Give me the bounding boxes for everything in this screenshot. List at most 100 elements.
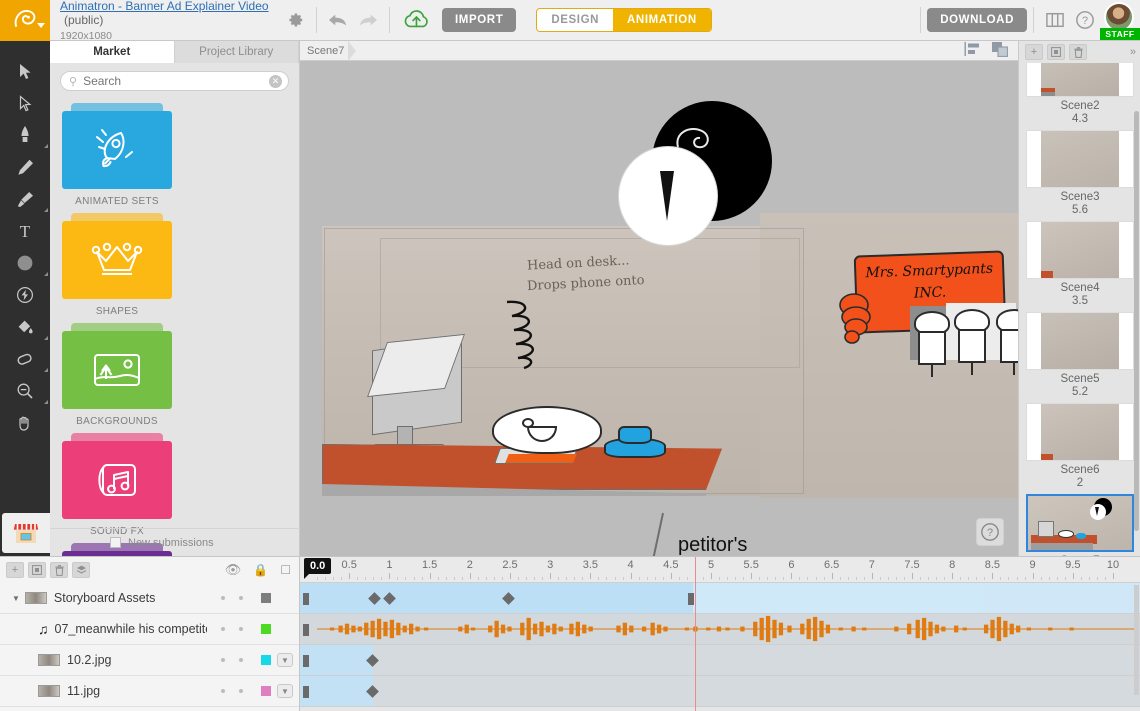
clear-icon[interactable]: ✕	[269, 74, 282, 88]
layer-toggles[interactable]	[221, 658, 243, 662]
market-tab-button[interactable]	[2, 513, 50, 553]
search-box[interactable]: ⚲ ✕	[60, 71, 289, 91]
collapse-panel-button[interactable]: »	[1130, 46, 1136, 58]
layer-toggles[interactable]	[221, 689, 243, 693]
layer-color-swatch[interactable]	[261, 624, 271, 634]
new-submissions-row[interactable]: New submissions	[50, 528, 300, 556]
visibility-dot[interactable]	[221, 658, 225, 662]
import-button[interactable]: IMPORT	[442, 8, 517, 32]
align-panel-button[interactable]	[964, 42, 980, 59]
search-input[interactable]	[83, 74, 264, 88]
scene-thumbnail[interactable]	[1026, 63, 1134, 97]
tab-market[interactable]: Market	[50, 41, 175, 63]
lock-dot[interactable]	[239, 596, 243, 600]
time-ruler[interactable]: 0.0 0.5 1 1.5 2 2.5 3 3.5 4 4.5 5 5.5 6 6.5 7 7.5 8 8.5 9…	[300, 557, 1140, 583]
layer-row-image[interactable]: 11.jpg ▼	[0, 676, 299, 707]
visibility-dot[interactable]	[221, 596, 225, 600]
timeline-scrollbar[interactable]	[1134, 585, 1139, 695]
timeline-tracks[interactable]: 0.0 0.5 1 1.5 2 2.5 3 3.5 4 4.5 5 5.5 6 6.5 7 7.5 8 8.5 9…	[300, 557, 1140, 711]
delete-layer-button[interactable]	[50, 562, 68, 578]
track-group[interactable]	[300, 583, 1140, 614]
add-scene-button[interactable]: +	[1025, 44, 1043, 60]
select-arrow-tool[interactable]	[0, 55, 50, 87]
layer-expand-button[interactable]: ▼	[277, 653, 293, 667]
layer-color-swatch[interactable]	[261, 655, 271, 665]
category-sound-fx[interactable]: SOUND FX	[62, 433, 172, 537]
scene-item[interactable]: Scene6 2	[1024, 401, 1136, 489]
tab-animation[interactable]: ANIMATION	[613, 9, 711, 31]
layer-color-swatch[interactable]	[261, 593, 271, 603]
scene-thumbnail[interactable]	[1026, 221, 1134, 279]
brush-tool[interactable]	[0, 183, 50, 215]
animatron-logo-icon[interactable]	[0, 0, 50, 41]
scene-item-selected[interactable]: Scene7 4.8	[1024, 492, 1136, 556]
help-button[interactable]: ?	[1070, 5, 1100, 35]
tween-tool[interactable]	[0, 279, 50, 311]
lock-dot[interactable]	[239, 627, 243, 631]
breadcrumb[interactable]: Scene7	[300, 45, 344, 57]
scene-thumbnail[interactable]	[1026, 130, 1134, 188]
layer-toggles[interactable]	[221, 627, 243, 631]
scene-thumbnail[interactable]	[1026, 312, 1134, 370]
pen-tool[interactable]	[0, 119, 50, 151]
publish-button[interactable]	[396, 5, 436, 35]
category-shapes[interactable]: SHAPES	[62, 213, 172, 317]
chevron-down-icon[interactable]: ▼	[12, 594, 20, 603]
group-layers-button[interactable]	[72, 562, 90, 578]
outline-square-icon[interactable]: ☐	[280, 563, 291, 577]
visibility-dot[interactable]	[221, 689, 225, 693]
redo-button[interactable]	[353, 5, 383, 35]
category-backgrounds[interactable]: BACKGROUNDS	[62, 323, 172, 427]
track-start-marker[interactable]	[303, 655, 309, 667]
layer-row-image[interactable]: 10.2.jpg ▼	[0, 645, 299, 676]
tab-project-library[interactable]: Project Library	[175, 41, 299, 63]
project-title-link[interactable]: Animatron - Banner Ad Explainer Video	[60, 0, 269, 13]
lock-dot[interactable]	[239, 689, 243, 693]
layer-expand-button[interactable]: ▼	[277, 684, 293, 698]
eraser-tool[interactable]	[0, 343, 50, 375]
scene-item[interactable]: Scene4 3.5	[1024, 219, 1136, 307]
download-button[interactable]: DOWNLOAD	[927, 8, 1027, 32]
track-end-marker[interactable]	[688, 593, 694, 605]
shape-tool[interactable]	[0, 247, 50, 279]
hand-tool[interactable]	[0, 407, 50, 439]
panel-layout-button[interactable]	[1040, 5, 1070, 35]
caption-text[interactable]: petitor's ut a flaw!"	[678, 531, 765, 556]
scene-thumbnail[interactable]	[1026, 403, 1134, 461]
track-audio[interactable]	[300, 614, 1140, 645]
scenes-scrollbar[interactable]	[1134, 111, 1139, 531]
scene-item[interactable]: Scene5 5.2	[1024, 310, 1136, 398]
mode-switch[interactable]: DESIGN ANIMATION	[536, 8, 712, 32]
scene-item[interactable]: Scene2 4.3	[1024, 63, 1136, 125]
layer-color-swatch[interactable]	[261, 686, 271, 696]
lock-dot[interactable]	[239, 658, 243, 662]
layer-row-audio[interactable]: ♫ 07_meanwhile his competitor	[0, 614, 299, 645]
add-layer-button[interactable]: +	[6, 562, 24, 578]
duplicate-layer-button[interactable]	[28, 562, 46, 578]
arrange-objects-button[interactable]	[992, 41, 1008, 60]
tab-design[interactable]: DESIGN	[537, 9, 614, 31]
track-image-1[interactable]	[300, 645, 1140, 676]
paint-bucket-tool[interactable]	[0, 311, 50, 343]
text-tool[interactable]: T	[0, 215, 50, 247]
layer-row-group[interactable]: ▼ Storyboard Assets	[0, 583, 299, 614]
user-menu[interactable]: STAFF	[1100, 0, 1140, 41]
zoom-tool[interactable]	[0, 375, 50, 407]
category-animated-sets[interactable]: ANIMATED SETS	[62, 103, 172, 207]
undo-button[interactable]	[323, 5, 353, 35]
playhead-line[interactable]	[694, 557, 696, 711]
black-triangle-shape[interactable]	[660, 171, 674, 221]
new-submissions-checkbox[interactable]	[110, 537, 121, 548]
duplicate-scene-button[interactable]	[1047, 44, 1065, 60]
visibility-dot[interactable]	[221, 627, 225, 631]
subselect-arrow-tool[interactable]	[0, 87, 50, 119]
lock-icon[interactable]: 🔒	[253, 563, 268, 577]
eye-icon[interactable]: 👁	[225, 562, 242, 578]
track-start-marker[interactable]	[303, 686, 309, 698]
stage[interactable]: Head on desk... Drops phone onto e his c…	[300, 61, 1018, 556]
track-image-2[interactable]	[300, 676, 1140, 707]
delete-scene-button[interactable]	[1069, 44, 1087, 60]
canvas-help-button[interactable]: ?	[976, 518, 1004, 546]
layer-toggles[interactable]	[221, 596, 243, 600]
scene-item[interactable]: Scene3 5.6	[1024, 128, 1136, 216]
